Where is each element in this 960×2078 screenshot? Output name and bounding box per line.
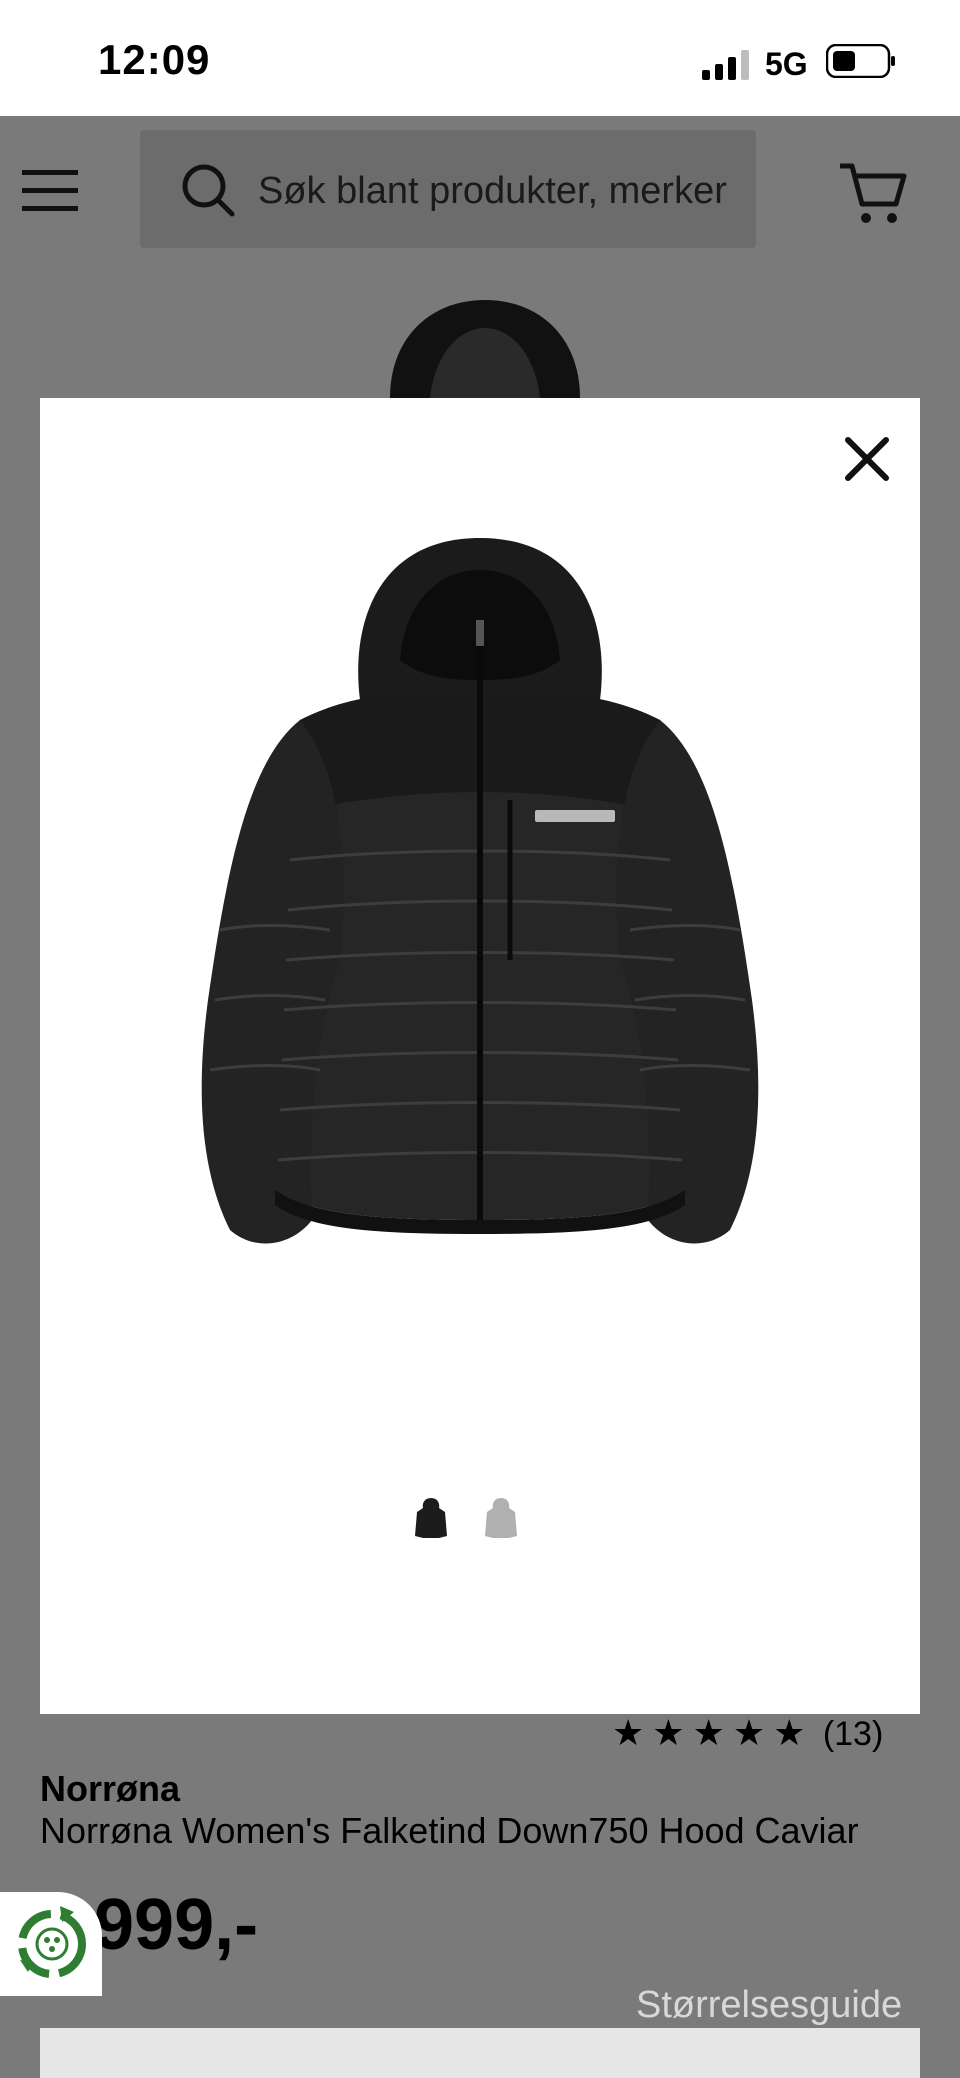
- rating-count: (13): [822, 1715, 884, 1753]
- product-brand[interactable]: Norrøna: [40, 1768, 180, 1810]
- status-bar: 12:09 5G: [0, 0, 960, 116]
- size-guide-link[interactable]: Størrelsesguide: [636, 1984, 902, 2027]
- jacket-black-thumbnail[interactable]: [414, 1496, 448, 1540]
- signal-icon: [702, 50, 749, 80]
- search-placeholder: Søk blant produkter, merker: [258, 170, 727, 212]
- close-icon[interactable]: [838, 430, 898, 490]
- product-title: Norrøna Women's Falketind Down750 Hood C…: [40, 1810, 859, 1851]
- rating-stars: ★★★★★: [612, 1712, 814, 1753]
- search-input[interactable]: Søk blant produkter, merker: [140, 130, 756, 248]
- cart-icon[interactable]: [838, 160, 908, 226]
- product-main-image: [201, 538, 759, 1244]
- product-rating[interactable]: ★★★★★ (13): [612, 1712, 883, 1754]
- size-selector[interactable]: [40, 2028, 920, 2078]
- search-icon: [182, 164, 235, 217]
- network-type: 5G: [765, 46, 808, 82]
- background-product-image: [390, 300, 580, 398]
- jacket-grey-thumbnail[interactable]: [484, 1496, 518, 1540]
- status-time: 12:09: [98, 36, 211, 83]
- eco-badge[interactable]: [0, 1892, 102, 1996]
- recycle-icon: [18, 1906, 86, 1978]
- product-price: 999,-: [94, 1885, 259, 1965]
- hamburger-menu-icon[interactable]: [22, 168, 80, 214]
- battery-icon: [826, 44, 895, 78]
